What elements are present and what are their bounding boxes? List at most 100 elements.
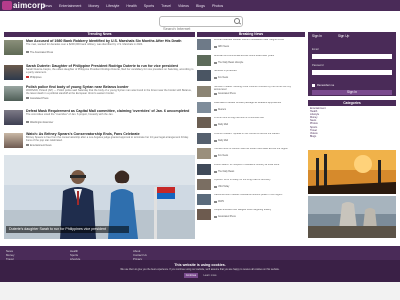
source-logo-icon	[214, 124, 217, 126]
trending-source: Associated Press	[26, 97, 48, 100]
breaking-item[interactable]: A north kind of dog ride with a Christma…	[197, 117, 305, 131]
breaking-thumbnail[interactable]	[197, 86, 211, 97]
breaking-source: The Daily Beast Lifestyle	[214, 62, 243, 64]
source-logo-icon	[214, 216, 217, 218]
trending-thumbnail[interactable]	[4, 86, 23, 101]
trending-description: The committee voted the "overrides" of J…	[26, 113, 114, 116]
breaking-title[interactable]: Opinion: Who is ready for the long road …	[214, 179, 304, 185]
breaking-item[interactable]: Tourists flock to historic sites as trav…	[197, 148, 305, 162]
remember-checkbox[interactable]	[312, 84, 315, 87]
signin-panel: Sign In Sign Up Email Password Remember …	[308, 32, 396, 96]
breaking-source: ABC News	[214, 46, 229, 48]
breaking-title[interactable]: California storm leaves thousands withou…	[214, 194, 304, 200]
breaking-thumbnail[interactable]	[197, 209, 211, 220]
breaking-title[interactable]: Omicron variant: Spread of the concerns …	[214, 133, 304, 139]
breaking-title[interactable]: Woman stabbed outside Sheriff's substati…	[214, 39, 304, 45]
trending-description: Britney Spears is free from the conserva…	[26, 136, 189, 143]
nav-item[interactable]: Travel	[161, 4, 171, 8]
trending-item[interactable]: Polish police find body of young Syrian …	[4, 85, 195, 109]
nav-item[interactable]: Lifestyle	[106, 4, 119, 8]
breaking-thumbnail[interactable]	[197, 70, 211, 81]
trending-description: The man, wanted for decades over a $200,…	[26, 43, 144, 46]
nav-item[interactable]: Entertainment	[59, 4, 81, 8]
tab-signup[interactable]: Sign Up	[338, 34, 349, 38]
trending-thumbnail[interactable]	[4, 40, 23, 55]
breaking-title[interactable]: Tourists flock to historic sites as trav…	[214, 148, 304, 154]
breaking-thumbnail[interactable]	[197, 55, 211, 66]
breaking-item[interactable]: California storm leaves thousands withou…	[197, 194, 305, 208]
search-input[interactable]	[160, 25, 233, 32]
breaking-title[interactable]: Brazilian environmental activist found k…	[214, 55, 304, 61]
nav-item[interactable]: Health	[126, 4, 136, 8]
email-field[interactable]	[312, 54, 392, 59]
source-logo-icon	[26, 97, 29, 99]
category-link[interactable]: Blogs	[310, 135, 396, 138]
nav-item[interactable]: Videos	[178, 4, 189, 8]
trending-news-header: Trending News	[4, 32, 195, 37]
breaking-thumbnail[interactable]	[197, 117, 211, 128]
trending-item[interactable]: Watch: As Britney Spears's Conservatorsh…	[4, 132, 195, 156]
breaking-thumbnail[interactable]	[197, 164, 211, 175]
email-label: Email	[312, 48, 319, 51]
source-logo-icon	[26, 76, 29, 78]
trending-source: Washington Examiner	[26, 121, 53, 124]
trending-source: Philippines	[26, 76, 42, 79]
nav-item[interactable]: Money	[88, 4, 99, 8]
breaking-item[interactable]: Sentinel is protected Fox News	[197, 70, 305, 84]
breaking-item[interactable]: Couple arrested over alleged scam target…	[197, 209, 305, 223]
trending-item[interactable]: Man Accused of 1980 Bank Robbery Identif…	[4, 39, 195, 63]
breaking-item[interactable]: Police search for suspect in weekend rob…	[197, 164, 305, 178]
breaking-thumbnail[interactable]	[197, 102, 211, 113]
trending-thumbnail[interactable]	[4, 65, 23, 80]
breaking-source: Fox News	[214, 155, 228, 157]
breaking-thumbnail[interactable]	[197, 179, 211, 190]
breaking-thumbnail[interactable]	[197, 133, 211, 144]
nav-item[interactable]: Blogs	[196, 4, 205, 8]
search-bar	[159, 16, 243, 32]
breaking-news-header: Breaking News	[197, 32, 305, 37]
top-navbar: aimcorp News Entertainment Money Lifesty…	[0, 0, 400, 11]
site-logo[interactable]: aimcorp	[2, 0, 46, 11]
breaking-title[interactable]: A north kind of dog ride with a Christma…	[214, 117, 304, 123]
tab-signin[interactable]: Sign In	[312, 34, 322, 38]
cookie-continue-button[interactable]: Continue	[184, 273, 198, 278]
source-logo-icon	[214, 93, 217, 95]
breaking-item[interactable]: Northern Ireland: Missing three children…	[197, 86, 305, 100]
trending-source: Entertainment News	[26, 144, 52, 147]
nav-item[interactable]: Photos	[212, 4, 223, 8]
breaking-item[interactable]: Brazilian environmental activist found k…	[197, 55, 305, 69]
search-icon[interactable]	[234, 18, 240, 24]
breaking-item[interactable]: Woman stabbed outside Sheriff's substati…	[197, 39, 305, 53]
cookie-learn-more-link[interactable]: Learn more	[202, 273, 218, 278]
trending-thumbnail[interactable]	[4, 110, 23, 125]
breaking-source: The Daily Beast	[214, 171, 234, 173]
cookie-banner: This website is using cookies. We use th…	[0, 260, 400, 282]
breaking-title[interactable]: Police search for suspect in weekend rob…	[214, 164, 304, 170]
side-ad-image[interactable]	[308, 196, 396, 238]
password-field[interactable]	[312, 70, 392, 75]
trending-description: WARSAW, Poland (AP) — Polish police said…	[26, 89, 192, 96]
remember-me[interactable]: Remember me	[312, 84, 334, 87]
breaking-source: Fox News	[214, 77, 228, 79]
signin-button[interactable]: Sign In	[312, 90, 392, 95]
trending-thumbnail[interactable]	[4, 133, 23, 148]
nav-item[interactable]: Sports	[144, 4, 154, 8]
breaking-title[interactable]: Northern Ireland: Missing three children…	[214, 86, 304, 92]
breaking-title[interactable]: Lawmakers debate climate package as dead…	[214, 102, 304, 108]
breaking-thumbnail[interactable]	[197, 194, 211, 205]
nav-item[interactable]: News	[43, 4, 52, 8]
source-logo-icon	[26, 144, 29, 146]
breaking-source: WWN	[214, 201, 224, 203]
breaking-item[interactable]: Opinion: Who is ready for the long road …	[197, 179, 305, 193]
breaking-thumbnail[interactable]	[197, 39, 211, 50]
industrial-photo	[308, 150, 396, 194]
featured-caption[interactable]: Duterte's daughter Sarah to run for Phil…	[6, 226, 129, 233]
breaking-title[interactable]: Sentinel is protected	[214, 70, 304, 76]
source-logo-icon	[214, 171, 217, 173]
breaking-thumbnail[interactable]	[197, 148, 211, 159]
breaking-title[interactable]: Couple arrested over alleged scam target…	[214, 209, 304, 215]
breaking-item[interactable]: Omicron variant: Spread of the concerns …	[197, 133, 305, 147]
side-ad-image[interactable]	[308, 150, 396, 194]
breaking-item[interactable]: Lawmakers debate climate package as dead…	[197, 102, 305, 116]
trending-item[interactable]: Defeat Mask Requirement as Capital Mall …	[4, 109, 195, 133]
